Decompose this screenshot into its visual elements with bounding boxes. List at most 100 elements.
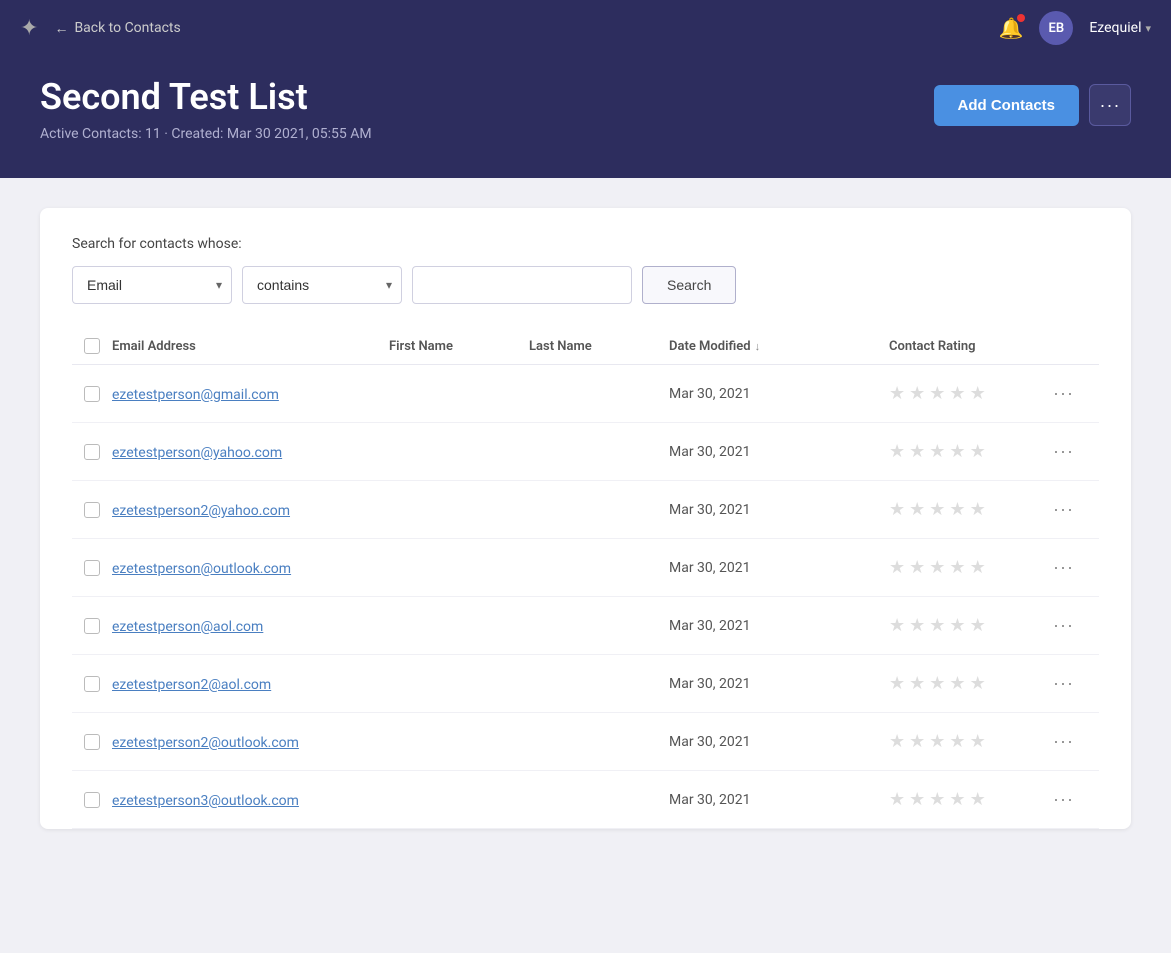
- star-2[interactable]: ★: [909, 441, 925, 462]
- star-3[interactable]: ★: [929, 557, 945, 578]
- star-4[interactable]: ★: [949, 615, 965, 636]
- th-date-modified[interactable]: Date Modified ↓: [669, 339, 889, 354]
- star-2[interactable]: ★: [909, 789, 925, 810]
- field-select[interactable]: Email First Name Last Name Phone: [72, 266, 232, 304]
- star-1[interactable]: ★: [889, 441, 905, 462]
- row-checkbox-cell[interactable]: [72, 444, 112, 460]
- star-3[interactable]: ★: [929, 499, 945, 520]
- row-actions[interactable]: ···: [1049, 553, 1099, 582]
- row-checkbox-1[interactable]: [84, 444, 100, 460]
- star-4[interactable]: ★: [949, 383, 965, 404]
- row-actions[interactable]: ···: [1049, 611, 1099, 640]
- star-2[interactable]: ★: [909, 673, 925, 694]
- row-checkbox-6[interactable]: [84, 734, 100, 750]
- row-checkbox-cell[interactable]: [72, 386, 112, 402]
- logo-icon: ✦: [20, 16, 38, 41]
- star-2[interactable]: ★: [909, 615, 925, 636]
- row-menu-button-5[interactable]: ···: [1049, 669, 1078, 698]
- search-button[interactable]: Search: [642, 266, 736, 304]
- star-1[interactable]: ★: [889, 615, 905, 636]
- email-link-6[interactable]: ezetestperson2@outlook.com: [112, 735, 299, 751]
- star-5[interactable]: ★: [970, 615, 986, 636]
- star-4[interactable]: ★: [949, 673, 965, 694]
- row-actions[interactable]: ···: [1049, 727, 1099, 756]
- row-checkbox-cell[interactable]: [72, 734, 112, 750]
- select-all-cell[interactable]: [72, 338, 112, 354]
- row-checkbox-cell[interactable]: [72, 502, 112, 518]
- row-checkbox-7[interactable]: [84, 792, 100, 808]
- star-5[interactable]: ★: [970, 499, 986, 520]
- row-checkbox-cell[interactable]: [72, 792, 112, 808]
- star-2[interactable]: ★: [909, 731, 925, 752]
- back-to-contacts-link[interactable]: ← Back to Contacts: [54, 20, 180, 37]
- row-checkbox-4[interactable]: [84, 618, 100, 634]
- row-actions[interactable]: ···: [1049, 669, 1099, 698]
- star-2[interactable]: ★: [909, 499, 925, 520]
- star-3[interactable]: ★: [929, 441, 945, 462]
- add-contacts-button[interactable]: Add Contacts: [934, 85, 1080, 126]
- star-1[interactable]: ★: [889, 731, 905, 752]
- notifications-button[interactable]: 🔔: [998, 16, 1023, 40]
- more-options-button[interactable]: ···: [1089, 84, 1131, 126]
- row-menu-button-0[interactable]: ···: [1049, 379, 1078, 408]
- row-email: ezetestperson@yahoo.com: [112, 442, 389, 461]
- row-email: ezetestperson2@outlook.com: [112, 732, 389, 751]
- star-1[interactable]: ★: [889, 499, 905, 520]
- search-input[interactable]: [412, 266, 632, 304]
- star-3[interactable]: ★: [929, 383, 945, 404]
- row-checkbox-5[interactable]: [84, 676, 100, 692]
- row-menu-button-2[interactable]: ···: [1049, 495, 1078, 524]
- select-all-checkbox[interactable]: [84, 338, 100, 354]
- avatar[interactable]: EB: [1039, 11, 1073, 45]
- row-menu-button-1[interactable]: ···: [1049, 437, 1078, 466]
- row-checkbox-cell[interactable]: [72, 676, 112, 692]
- star-1[interactable]: ★: [889, 557, 905, 578]
- star-3[interactable]: ★: [929, 615, 945, 636]
- star-4[interactable]: ★: [949, 789, 965, 810]
- user-menu[interactable]: Ezequiel ▾: [1089, 20, 1151, 36]
- row-email: ezetestperson2@aol.com: [112, 674, 389, 693]
- email-link-5[interactable]: ezetestperson2@aol.com: [112, 677, 271, 693]
- email-link-7[interactable]: ezetestperson3@outlook.com: [112, 793, 299, 809]
- row-menu-button-7[interactable]: ···: [1049, 785, 1078, 814]
- star-5[interactable]: ★: [970, 673, 986, 694]
- row-actions[interactable]: ···: [1049, 785, 1099, 814]
- row-menu-button-6[interactable]: ···: [1049, 727, 1078, 756]
- row-rating: ★★★★★: [889, 673, 1049, 694]
- row-actions[interactable]: ···: [1049, 495, 1099, 524]
- row-checkbox-0[interactable]: [84, 386, 100, 402]
- star-5[interactable]: ★: [970, 441, 986, 462]
- row-menu-button-4[interactable]: ···: [1049, 611, 1078, 640]
- page-title: Second Test List: [40, 76, 372, 118]
- star-4[interactable]: ★: [949, 441, 965, 462]
- star-5[interactable]: ★: [970, 731, 986, 752]
- email-link-0[interactable]: ezetestperson@gmail.com: [112, 387, 279, 403]
- star-2[interactable]: ★: [909, 383, 925, 404]
- condition-select[interactable]: contains equals starts with ends with: [242, 266, 402, 304]
- email-link-4[interactable]: ezetestperson@aol.com: [112, 619, 263, 635]
- star-2[interactable]: ★: [909, 557, 925, 578]
- row-menu-button-3[interactable]: ···: [1049, 553, 1078, 582]
- star-4[interactable]: ★: [949, 557, 965, 578]
- row-checkbox-cell[interactable]: [72, 618, 112, 634]
- star-3[interactable]: ★: [929, 731, 945, 752]
- email-link-3[interactable]: ezetestperson@outlook.com: [112, 561, 291, 577]
- row-actions[interactable]: ···: [1049, 437, 1099, 466]
- row-checkbox-cell[interactable]: [72, 560, 112, 576]
- star-4[interactable]: ★: [949, 731, 965, 752]
- star-3[interactable]: ★: [929, 789, 945, 810]
- row-checkbox-2[interactable]: [84, 502, 100, 518]
- star-1[interactable]: ★: [889, 673, 905, 694]
- star-5[interactable]: ★: [970, 557, 986, 578]
- row-checkbox-3[interactable]: [84, 560, 100, 576]
- email-link-1[interactable]: ezetestperson@yahoo.com: [112, 445, 282, 461]
- row-actions[interactable]: ···: [1049, 379, 1099, 408]
- star-4[interactable]: ★: [949, 499, 965, 520]
- star-5[interactable]: ★: [970, 383, 986, 404]
- star-1[interactable]: ★: [889, 383, 905, 404]
- table-row: ezetestperson@aol.com Mar 30, 2021 ★★★★★…: [72, 597, 1099, 655]
- star-1[interactable]: ★: [889, 789, 905, 810]
- star-3[interactable]: ★: [929, 673, 945, 694]
- email-link-2[interactable]: ezetestperson2@yahoo.com: [112, 503, 290, 519]
- star-5[interactable]: ★: [970, 789, 986, 810]
